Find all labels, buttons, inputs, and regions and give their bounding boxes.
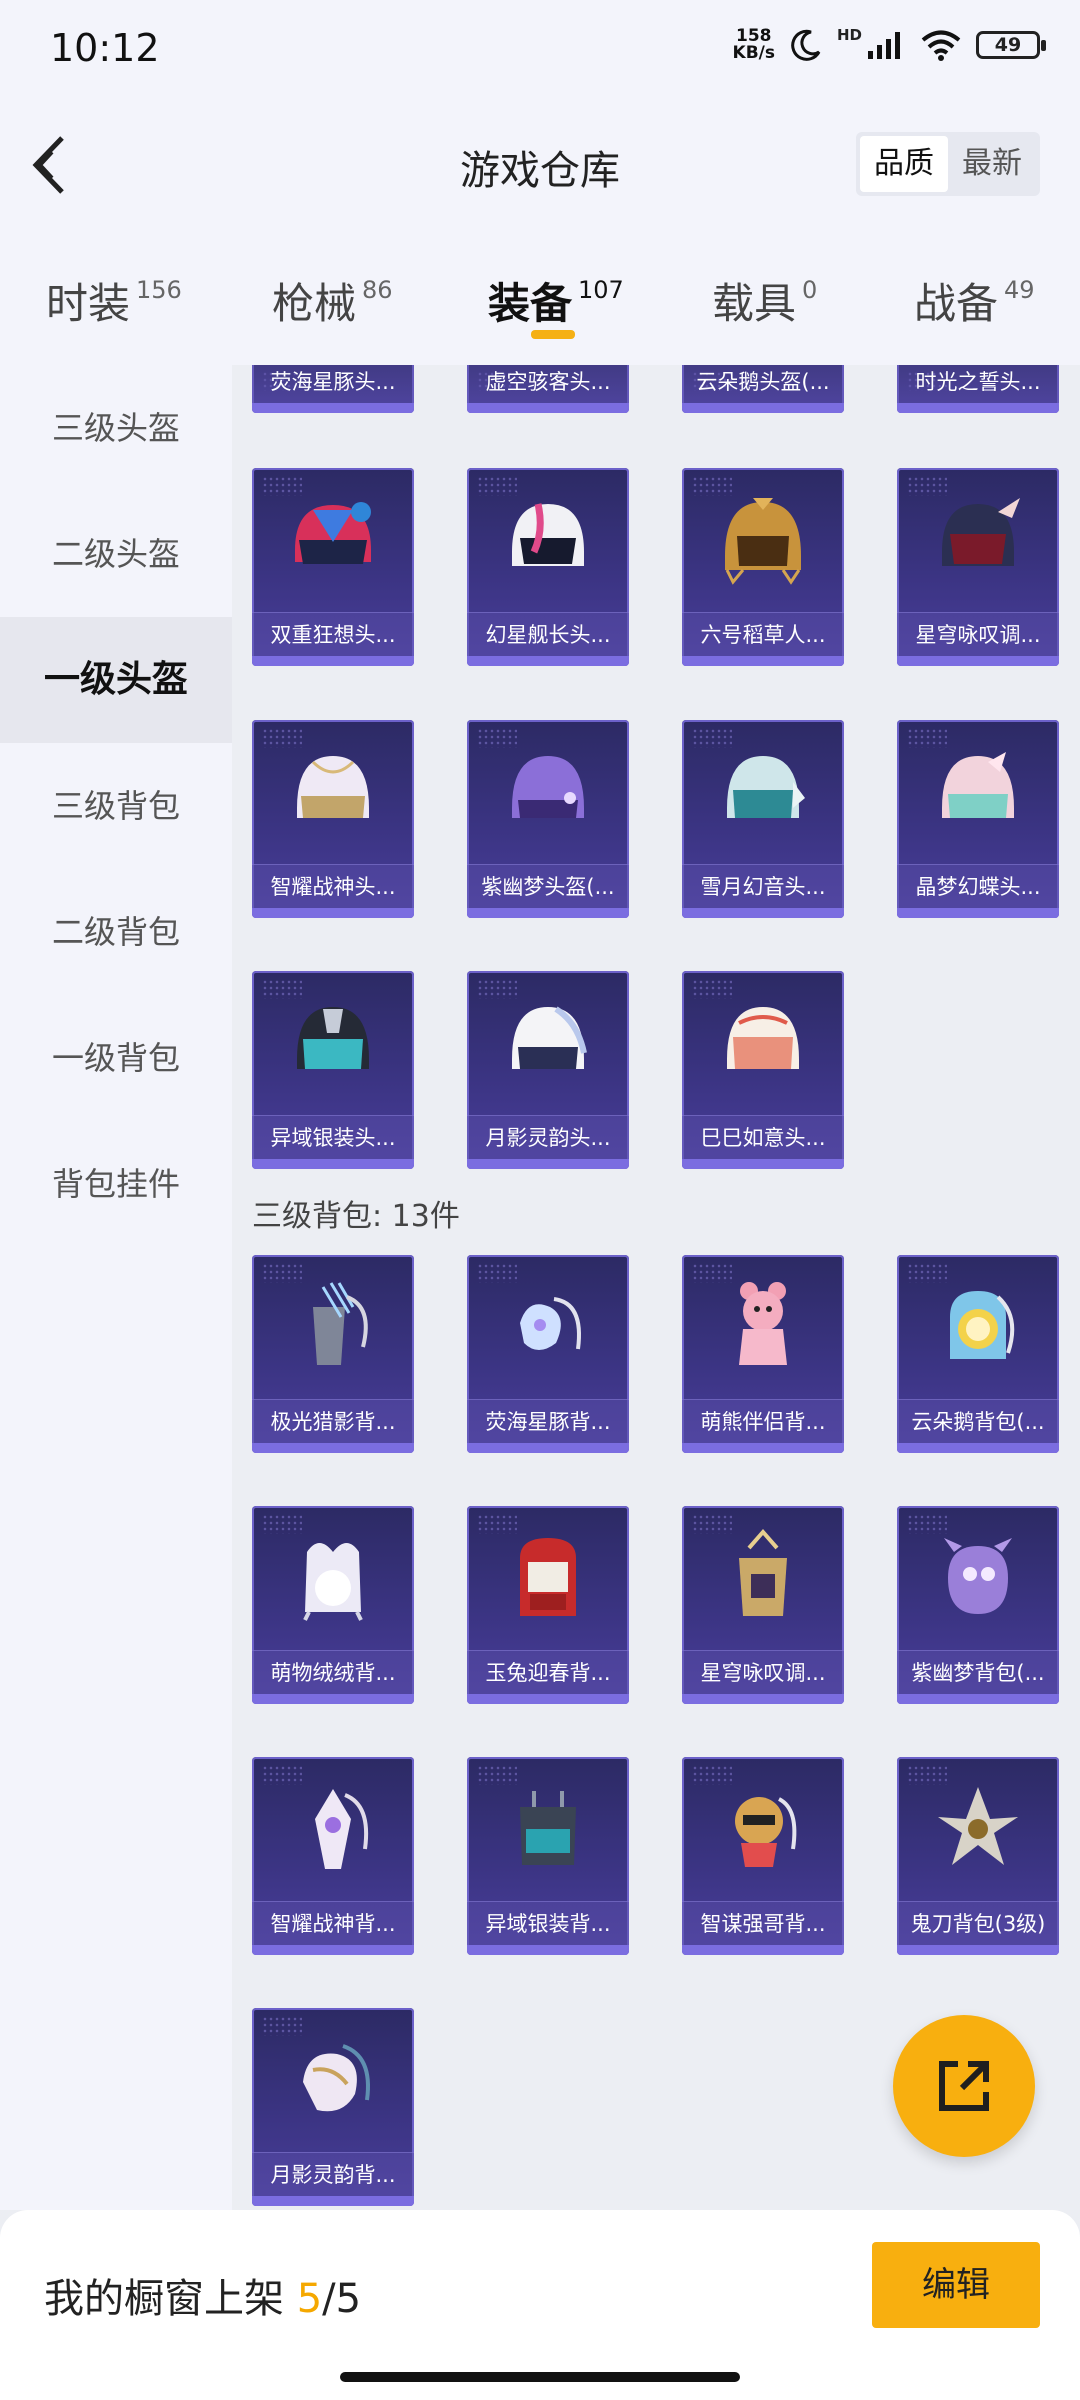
shelf-total-count: 5 (335, 2276, 362, 2322)
sidebar-item-backpack-charms[interactable]: 背包挂件 (0, 1121, 232, 1247)
backpack-icon (735, 1797, 797, 1867)
section-title-level3-backpack: 三级背包: 13件 (252, 1199, 460, 1234)
sort-quality-button[interactable]: 品质 (860, 136, 948, 192)
helmet-icon (512, 756, 584, 818)
helmet-icon (727, 1007, 799, 1069)
sidebar-item-level2-helmet[interactable]: 二级头盔 (0, 491, 232, 617)
helmet-icon (725, 498, 801, 585)
sort-newest-button[interactable]: 最新 (948, 136, 1036, 192)
item-card[interactable]: 异域银装背... (467, 1757, 629, 1955)
network-speed: 158 KB/s (732, 26, 775, 63)
sidebar-item-level1-helmet[interactable]: 一级头盔 (0, 617, 232, 743)
backpack-icon (739, 1528, 787, 1616)
item-card[interactable]: 双重狂想头... (252, 468, 414, 666)
category-tabs: 时装 156 枪械 86 装备 107 载具 0 战备 49 (0, 230, 1080, 365)
shelf-current-count: 5 (296, 2276, 323, 2322)
helmet-icon (295, 502, 371, 564)
item-card[interactable]: 雪月幻音头... (682, 720, 844, 918)
item-card[interactable]: 玉兔迎春背... (467, 1506, 629, 1704)
active-tab-indicator (531, 330, 575, 339)
backpack-icon (950, 1291, 1015, 1359)
sidebar-item-level1-backpack[interactable]: 一级背包 (0, 995, 232, 1121)
shelf-status: 我的橱窗上架 5/5 (44, 2276, 362, 2322)
backpack-icon (315, 1789, 369, 1869)
helmet-icon (727, 756, 805, 818)
battery-indicator: 49 (976, 31, 1046, 59)
helmet-icon (942, 752, 1014, 818)
helmet-icon (297, 756, 369, 818)
tab-fashion[interactable]: 时装 156 (46, 270, 182, 331)
item-card[interactable]: 星穹咏叹调... (897, 468, 1059, 666)
backpack-icon (944, 1538, 1012, 1614)
tab-vehicles[interactable]: 载具 0 (712, 270, 817, 331)
sidebar: 三级头盔 二级头盔 一级头盔 三级背包 二级背包 一级背包 背包挂件 (0, 365, 232, 2210)
tab-supplies[interactable]: 战备 49 (914, 270, 1035, 331)
sidebar-item-level2-backpack[interactable]: 二级背包 (0, 869, 232, 995)
backpack-icon (520, 1791, 576, 1865)
item-card[interactable]: 紫幽梦背包(... (897, 1506, 1059, 1704)
status-bar: 10:12 158 KB/s HD 49 (0, 0, 1080, 100)
item-card[interactable]: 云朵鹅头盔(... (682, 365, 844, 413)
moon-icon (791, 29, 821, 61)
bottom-panel: 我的橱窗上架 5/5 编辑 (0, 2210, 1080, 2400)
backpack-icon (313, 1282, 368, 1365)
header: 游戏仓库 品质 最新 (0, 100, 1080, 230)
backpack-icon (739, 1282, 787, 1365)
tab-firearms[interactable]: 枪械 86 (272, 270, 393, 331)
item-grid: 荧海星豚头... 虚空骇客头... 云朵鹅头盔(... 时光之誓头... 双重狂… (232, 365, 1080, 2210)
item-card[interactable]: 巳巳如意头... (682, 971, 844, 1169)
share-button[interactable] (893, 2015, 1035, 2157)
edit-button[interactable]: 编辑 (872, 2242, 1040, 2328)
item-card[interactable]: 云朵鹅背包(... (897, 1255, 1059, 1453)
backpack-icon (303, 1543, 363, 1621)
item-card[interactable]: 时光之誓头... (897, 365, 1059, 413)
item-card[interactable]: 异域银装头... (252, 971, 414, 1169)
item-card[interactable]: 虚空骇客头... (467, 365, 629, 413)
item-card[interactable]: 智耀战神背... (252, 1757, 414, 1955)
share-icon (939, 2061, 989, 2111)
item-card[interactable]: 鬼刀背包(3级) (897, 1757, 1059, 1955)
backpack-icon (303, 2044, 370, 2112)
item-card[interactable]: 智耀战神头... (252, 720, 414, 918)
sort-toggle: 品质 最新 (856, 132, 1040, 196)
item-card[interactable]: 幻星舰长头... (467, 468, 629, 666)
sidebar-item-level3-helmet[interactable]: 三级头盔 (0, 365, 232, 491)
wifi-icon (921, 30, 961, 61)
item-card[interactable]: 极光猎影背... (252, 1255, 414, 1453)
item-card[interactable]: 晶梦幻蝶头... (897, 720, 1059, 918)
item-card[interactable]: 萌熊伴侣背... (682, 1255, 844, 1453)
status-icons: 158 KB/s HD 49 (732, 26, 1046, 63)
backpack-icon (520, 1538, 576, 1616)
item-card[interactable]: 荧海星豚头... (252, 365, 414, 413)
item-card[interactable]: 智谋强哥背... (682, 1757, 844, 1955)
backpack-icon (520, 1297, 581, 1350)
item-card[interactable]: 萌物绒绒背... (252, 1506, 414, 1704)
hd-label: HD (836, 26, 862, 44)
backpack-icon (938, 1787, 1018, 1865)
status-time: 10:12 (50, 26, 160, 70)
tab-equipment[interactable]: 装备 107 (488, 270, 624, 331)
helmet-icon (512, 1006, 587, 1069)
item-card[interactable]: 星穹咏叹调... (682, 1506, 844, 1704)
home-indicator[interactable] (340, 2372, 740, 2382)
item-card[interactable]: 荧海星豚背... (467, 1255, 629, 1453)
helmet-icon (942, 498, 1020, 566)
item-card[interactable]: 六号稻草人... (682, 468, 844, 666)
item-card[interactable]: 月影灵韵背... (252, 2008, 414, 2206)
sidebar-item-level3-backpack[interactable]: 三级背包 (0, 743, 232, 869)
item-card[interactable]: 月影灵韵头... (467, 971, 629, 1169)
helmet-icon (512, 503, 584, 566)
item-card[interactable]: 紫幽梦头盔(... (467, 720, 629, 918)
helmet-icon (297, 1007, 369, 1069)
signal-icon (868, 32, 900, 59)
